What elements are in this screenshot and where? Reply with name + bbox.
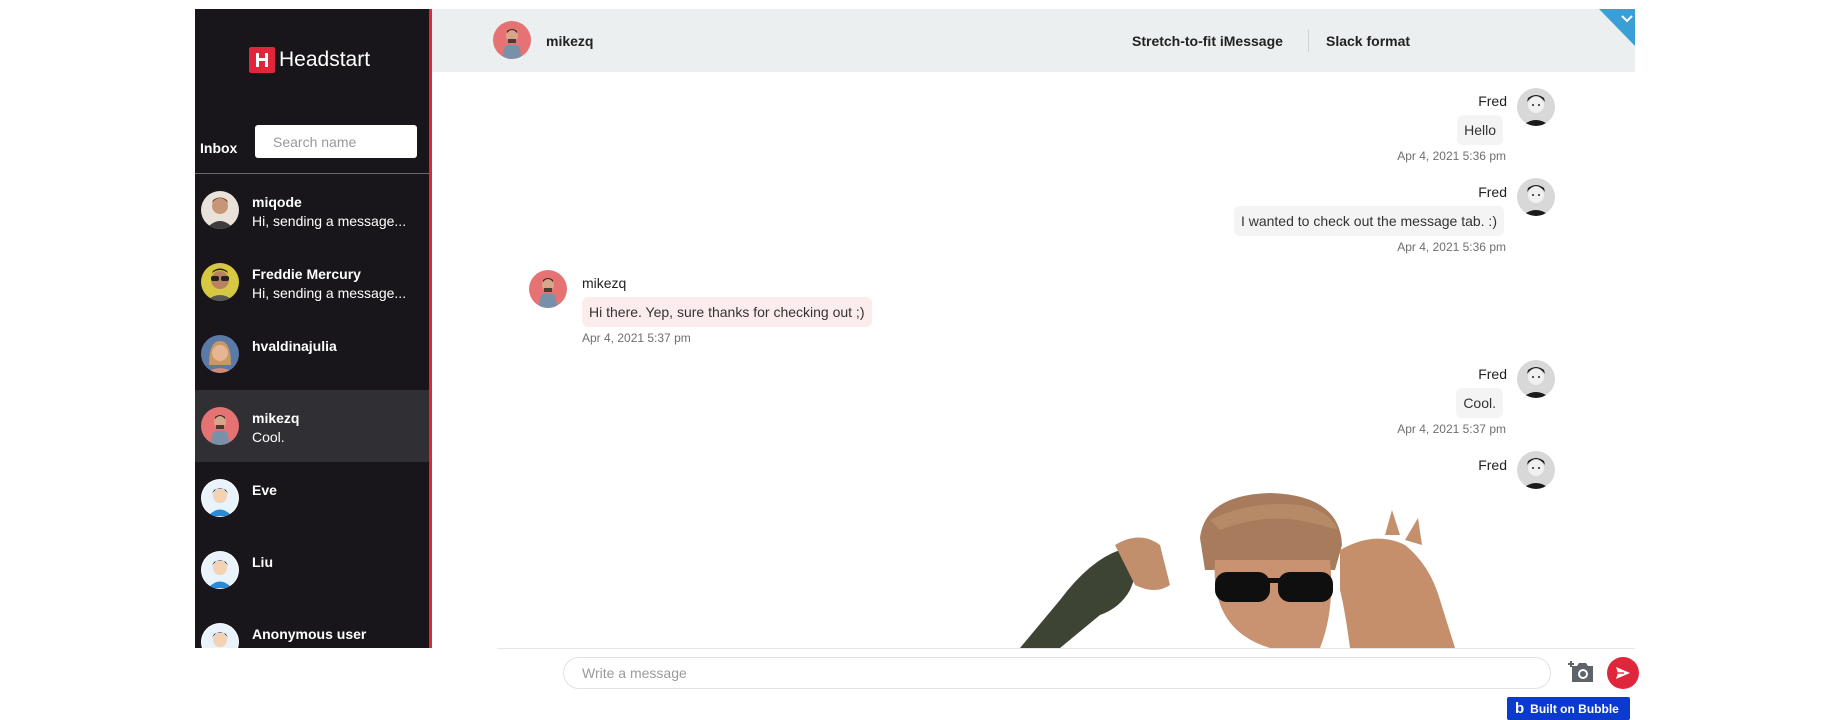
message-bubble: Cool. bbox=[1456, 388, 1503, 418]
bubble-logo-icon: b bbox=[1515, 700, 1525, 717]
slack-format-button[interactable]: Slack format bbox=[1326, 33, 1410, 49]
message-sender: Fred bbox=[1478, 366, 1507, 382]
avatar bbox=[201, 407, 239, 445]
contact-name: Eve bbox=[252, 482, 277, 498]
contact-name: hvaldinajulia bbox=[252, 338, 337, 354]
message-timestamp: Apr 4, 2021 5:37 pm bbox=[1397, 422, 1506, 436]
sidebar: Headstart Inbox miqode Hi, sending a mes… bbox=[195, 9, 432, 648]
inbox-label: Inbox bbox=[200, 140, 238, 156]
contact-item-anonymous-user[interactable]: Anonymous user bbox=[195, 606, 429, 648]
message-timestamp: Apr 4, 2021 5:36 pm bbox=[1397, 149, 1506, 163]
contact-item-liu[interactable]: Liu bbox=[195, 534, 429, 606]
message-timestamp: Apr 4, 2021 5:37 pm bbox=[582, 331, 691, 345]
send-button[interactable] bbox=[1607, 657, 1639, 689]
avatar bbox=[201, 551, 239, 589]
brand-name: Headstart bbox=[279, 48, 371, 71]
avatar bbox=[201, 191, 239, 229]
message-bubble: Hello bbox=[1457, 115, 1503, 145]
avatar bbox=[1517, 88, 1555, 126]
brand-logo: Headstart bbox=[249, 47, 370, 73]
header-separator bbox=[1308, 30, 1309, 52]
contact-name: Anonymous user bbox=[252, 626, 367, 642]
message-sender: Fred bbox=[1478, 184, 1507, 200]
contact-preview: Hi, sending a message... bbox=[252, 213, 407, 229]
contact-name: mikezq bbox=[252, 410, 300, 426]
message-bubble: Hi there. Yep, sure thanks for checking … bbox=[582, 297, 872, 327]
contact-item-freddie-mercury[interactable]: Freddie Mercury Hi, sending a message... bbox=[195, 246, 429, 318]
message-sender: Fred bbox=[1478, 457, 1507, 473]
avatar bbox=[1517, 451, 1555, 489]
contact-item-miqode[interactable]: miqode Hi, sending a message... bbox=[195, 174, 429, 246]
contact-item-eve[interactable]: Eve bbox=[195, 462, 429, 534]
camera-icon[interactable] bbox=[1568, 660, 1595, 684]
contact-name: miqode bbox=[252, 194, 302, 210]
composer-divider bbox=[497, 648, 1635, 649]
contact-list: miqode Hi, sending a message... Freddie … bbox=[195, 174, 429, 648]
message-sender: mikezq bbox=[582, 275, 627, 291]
corner-dropdown-toggle[interactable] bbox=[1599, 9, 1635, 46]
chat-header: mikezq Stretch-to-fit iMessage Slack for… bbox=[432, 9, 1635, 72]
message-sender: Fred bbox=[1478, 93, 1507, 109]
gif-image bbox=[1020, 493, 1455, 648]
avatar bbox=[201, 335, 239, 373]
chat-title: mikezq bbox=[546, 33, 594, 49]
imessage-format-button[interactable]: Stretch-to-fit iMessage bbox=[1132, 33, 1283, 49]
contact-preview: Hi, sending a message... bbox=[252, 285, 407, 301]
contact-name: Liu bbox=[252, 554, 273, 570]
avatar bbox=[1517, 178, 1555, 216]
badge-label: Built on Bubble bbox=[1530, 701, 1619, 716]
avatar bbox=[201, 479, 239, 517]
built-on-bubble-badge[interactable]: b Built on Bubble bbox=[1507, 697, 1630, 720]
contact-item-hvaldinajulia[interactable]: hvaldinajulia bbox=[195, 318, 429, 390]
message-input[interactable] bbox=[563, 657, 1551, 689]
avatar bbox=[493, 21, 531, 59]
search-name-input[interactable] bbox=[255, 125, 417, 158]
avatar bbox=[529, 270, 567, 308]
avatar bbox=[1517, 360, 1555, 398]
headstart-logo-icon bbox=[249, 47, 275, 73]
contact-name: Freddie Mercury bbox=[252, 266, 361, 282]
avatar bbox=[201, 263, 239, 301]
contact-item-mikezq[interactable]: mikezq Cool. bbox=[195, 390, 429, 462]
message-bubble: I wanted to check out the message tab. :… bbox=[1233, 206, 1504, 236]
send-icon bbox=[1616, 667, 1630, 679]
contact-preview: Cool. bbox=[252, 429, 285, 445]
avatar bbox=[201, 623, 239, 648]
message-timestamp: Apr 4, 2021 5:36 pm bbox=[1397, 240, 1506, 254]
